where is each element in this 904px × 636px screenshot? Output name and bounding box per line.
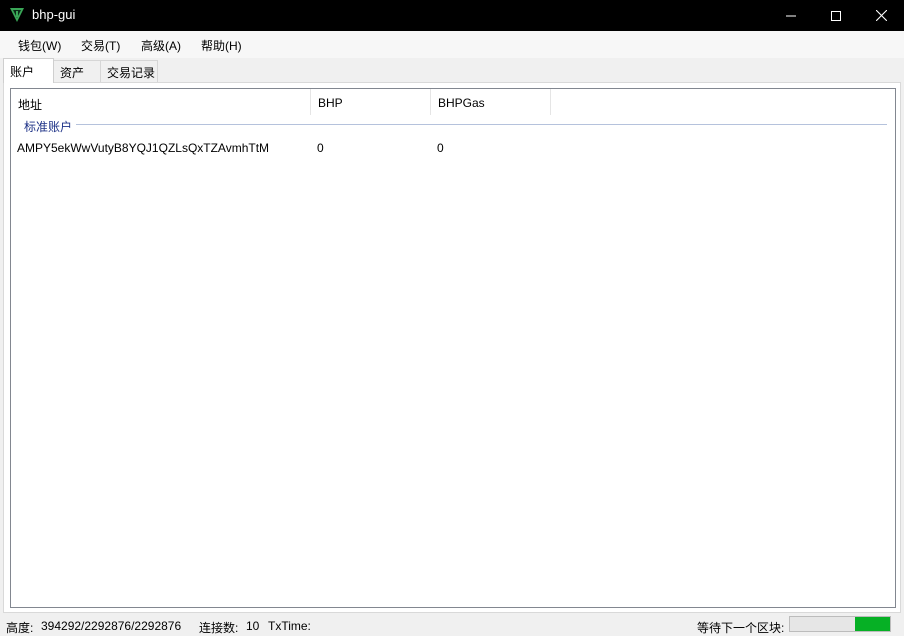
status-connections-label: 连接数: <box>199 621 239 635</box>
title-bar: bhp-gui <box>0 0 904 31</box>
next-block-progress-fill <box>855 617 890 631</box>
cell-bhpgas: 0 <box>437 141 444 155</box>
status-connections-value: 10 <box>246 619 260 633</box>
tab-panel-accounts: 地址 BHP BHPGas 标准账户 AMPY5ekWwVutyB8YQJ1QZ… <box>3 82 901 613</box>
next-block-progress <box>789 616 891 632</box>
account-list[interactable]: 地址 BHP BHPGas 标准账户 AMPY5ekWwVutyB8YQJ1QZ… <box>10 88 896 608</box>
tab-transactions-label: 交易记录 <box>107 66 156 80</box>
window-title: bhp-gui <box>32 7 76 22</box>
maximize-button[interactable] <box>813 0 859 31</box>
cell-bhp: 0 <box>317 141 324 155</box>
column-header-address[interactable]: 地址 <box>11 89 311 115</box>
menu-wallet[interactable]: 钱包(W) <box>18 37 61 54</box>
minimize-button[interactable] <box>768 0 814 31</box>
column-header-bhp-label: BHP <box>318 96 343 110</box>
menu-advanced[interactable]: 高级(A) <box>141 37 181 54</box>
app-window: bhp-gui 钱包(W) 交易(T) 高级(A) 帮助(H) 账户 资产 交易… <box>0 0 904 635</box>
column-header-bhpgas[interactable]: BHPGas <box>431 89 551 115</box>
group-header-standard-accounts[interactable]: 标准账户 <box>11 118 895 135</box>
menu-help[interactable]: 帮助(H) <box>201 37 242 54</box>
tab-transactions[interactable]: 交易记录 <box>100 60 158 82</box>
group-label: 标准账户 <box>24 118 77 135</box>
tab-assets-label: 资产 <box>60 66 85 80</box>
bhp-logo-icon <box>9 7 25 23</box>
status-next-block-label: 等待下一个区块: <box>697 621 785 635</box>
status-txtime-label: TxTime: <box>268 619 311 633</box>
close-button[interactable] <box>858 0 904 31</box>
column-header-address-label: 地址 <box>18 98 43 112</box>
status-height-value: 394292/2292876/2292876 <box>41 619 182 633</box>
status-bar: 高度: 394292/2292876/2292876 连接数: 10 TxTim… <box>0 613 904 635</box>
tab-assets[interactable]: 资产 <box>53 60 101 82</box>
tab-accounts-label: 账户 <box>10 65 35 79</box>
tab-strip: 账户 资产 交易记录 <box>0 58 904 83</box>
list-header: 地址 BHP BHPGas <box>11 89 895 115</box>
column-header-bhpgas-label: BHPGas <box>438 96 485 110</box>
column-header-bhp[interactable]: BHP <box>311 89 431 115</box>
table-row[interactable]: AMPY5ekWwVutyB8YQJ1QZLsQxTZAvmhTtM 0 0 <box>11 139 895 157</box>
minimize-icon <box>786 15 796 16</box>
close-icon <box>875 10 887 21</box>
menu-transaction[interactable]: 交易(T) <box>81 37 120 54</box>
menu-bar: 钱包(W) 交易(T) 高级(A) 帮助(H) <box>0 31 904 58</box>
cell-address: AMPY5ekWwVutyB8YQJ1QZLsQxTZAvmhTtM <box>17 141 270 155</box>
status-height-label: 高度: <box>6 621 34 635</box>
tab-accounts[interactable]: 账户 <box>3 58 54 83</box>
maximize-icon <box>831 10 841 21</box>
group-divider <box>71 124 887 125</box>
